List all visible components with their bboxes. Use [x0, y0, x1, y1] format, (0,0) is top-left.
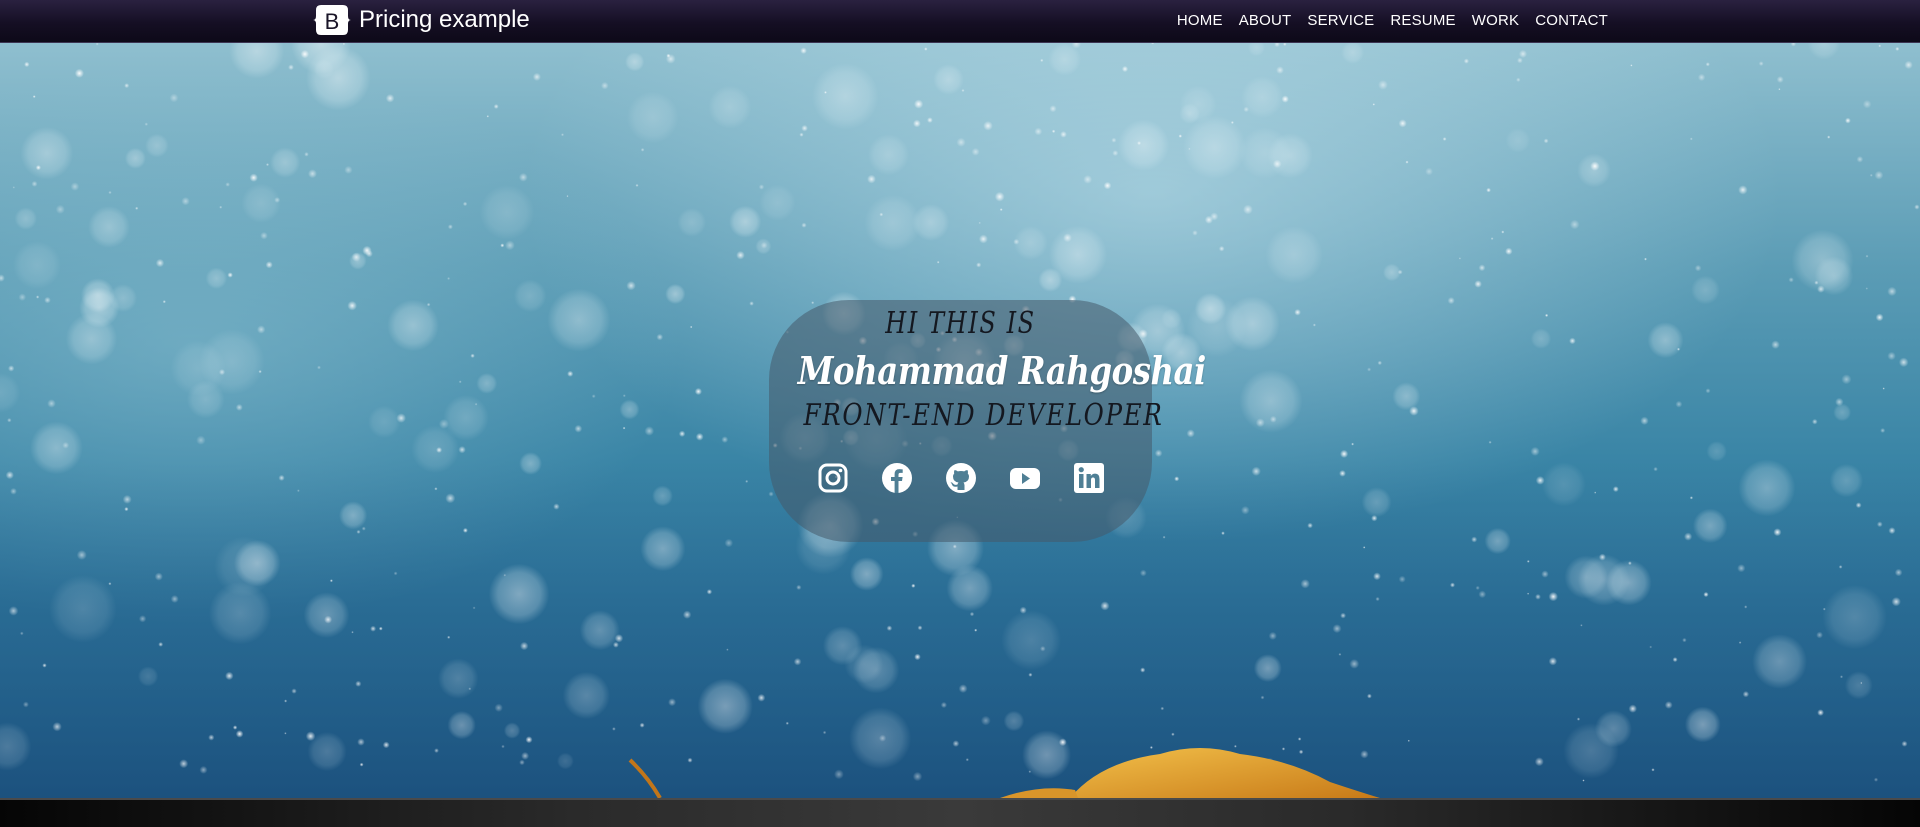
facebook-link[interactable] — [881, 462, 913, 494]
nav-link-work[interactable]: WORK — [1472, 12, 1519, 29]
nav-link-service[interactable]: SERVICE — [1307, 12, 1374, 29]
hero-section: HI THIS IS Mohammad Rahgoshai FRONT-END … — [0, 42, 1920, 798]
nav-link-resume[interactable]: RESUME — [1390, 12, 1455, 29]
github-icon — [945, 463, 976, 493]
nav-link-about[interactable]: ABOUT — [1239, 12, 1292, 29]
page: B Pricing example HOME ABOUT SERVICE RES… — [0, 0, 1920, 827]
intro-card: HI THIS IS Mohammad Rahgoshai FRONT-END … — [769, 300, 1207, 542]
nav-link-home[interactable]: HOME — [1177, 12, 1223, 29]
footer-bar — [0, 798, 1920, 827]
instagram-icon — [818, 463, 847, 493]
developer-role: FRONT-END DEVELOPER — [803, 398, 1164, 433]
facebook-icon — [881, 463, 912, 493]
social-links — [769, 462, 1152, 494]
brand-text: Pricing example — [359, 6, 530, 33]
brand-link[interactable]: B Pricing example — [313, 4, 530, 36]
bootstrap-logo-icon: B — [313, 5, 351, 35]
intro-text: HI THIS IS — [885, 306, 1036, 341]
youtube-icon — [1009, 468, 1040, 489]
youtube-link[interactable] — [1009, 462, 1041, 494]
developer-name: Mohammad Rahgoshai — [797, 348, 1207, 393]
brand-logo-letter: B — [325, 9, 340, 34]
linkedin-link[interactable] — [1073, 462, 1105, 494]
instagram-link[interactable] — [817, 462, 849, 494]
nav-link-contact[interactable]: CONTACT — [1535, 12, 1608, 29]
github-link[interactable] — [945, 462, 977, 494]
linkedin-icon — [1073, 463, 1104, 493]
nav-links: HOME ABOUT SERVICE RESUME WORK CONTACT — [1177, 0, 1608, 40]
navbar: B Pricing example HOME ABOUT SERVICE RES… — [0, 0, 1920, 43]
